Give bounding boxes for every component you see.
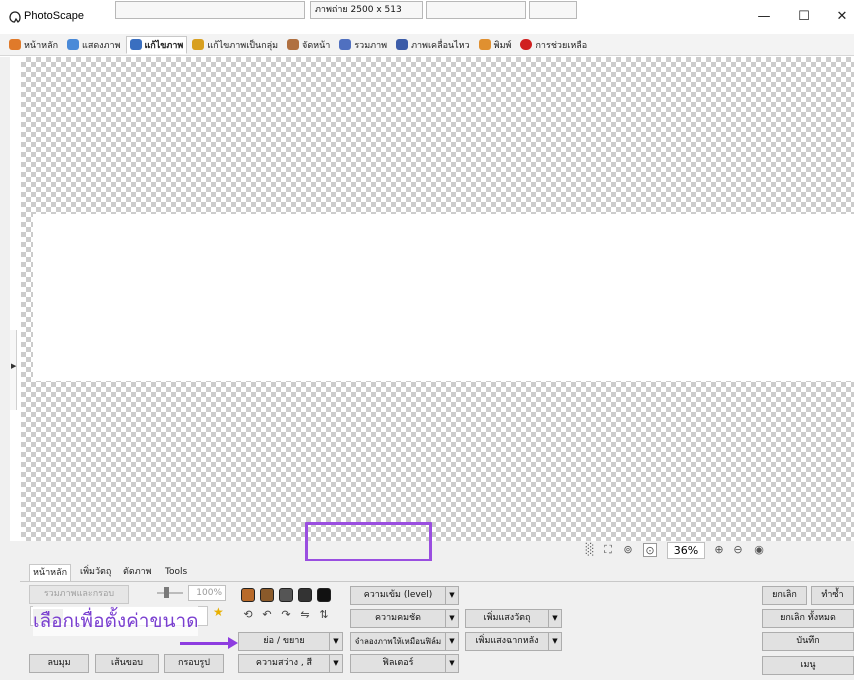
status-cell-middle — [426, 1, 526, 19]
help-icon — [520, 39, 533, 50]
resize-dropdown[interactable]: ▼ — [329, 632, 343, 651]
left-panel — [0, 57, 10, 542]
sharpen-dropdown[interactable]: ▼ — [445, 609, 459, 628]
status-cell-left — [115, 1, 305, 19]
backlight-button[interactable]: เพิ่มแสงฉากหลัง — [465, 632, 549, 651]
tab-label: จัดหน้า — [302, 40, 331, 51]
minimize-button[interactable]: — — [754, 8, 774, 26]
info-icon[interactable]: ◉ — [752, 543, 766, 557]
redo-button[interactable]: ทำซ้ำ — [811, 586, 854, 605]
tab-label: ภาพเคลื่อนไหว — [411, 40, 470, 51]
resize-button[interactable]: ย่อ / ขยาย — [238, 632, 330, 651]
photoscape-logo-icon — [9, 11, 21, 23]
print-icon — [478, 39, 491, 50]
tab-animated-gif[interactable]: ภาพเคลื่อนไหว — [392, 36, 474, 54]
home-icon — [9, 39, 21, 50]
checker-pattern-icon: ░ — [585, 543, 595, 556]
undo-all-button[interactable]: ยกเลิก ทั้งหมด — [762, 609, 854, 628]
tab-label: แสดงภาพ — [82, 40, 121, 51]
actual-size-icon[interactable]: ⊚ — [621, 543, 635, 557]
undo-button[interactable]: ยกเลิก — [762, 586, 807, 605]
level-dropdown[interactable]: ▼ — [445, 586, 459, 605]
panel-tab-tools[interactable]: Tools — [162, 564, 190, 581]
invert-swatch-icon[interactable] — [317, 588, 331, 602]
dark-swatch-icon[interactable] — [298, 588, 312, 602]
tab-help[interactable]: การช่วยเหลือ — [516, 36, 591, 54]
combine-frame-button[interactable]: รวมภาพและกรอบ — [29, 585, 129, 604]
zoom-out-icon[interactable]: ⊖ — [731, 543, 745, 557]
panel-tab-home[interactable]: หน้าหลัก — [29, 564, 72, 581]
add-object-light-button[interactable]: เพิ่มแสงวัตถุ — [465, 609, 549, 628]
image-size-highlight — [305, 522, 432, 562]
backlight-dropdown[interactable]: ▼ — [548, 632, 562, 651]
viewer-icon — [67, 39, 80, 50]
image-preview[interactable] — [33, 214, 854, 381]
animated-gif-icon — [396, 39, 409, 50]
batch-editor-icon — [192, 39, 205, 50]
rotate-icon[interactable]: ⟲ — [241, 608, 255, 622]
flip-horizontal-icon[interactable]: ⇋ — [298, 608, 312, 622]
grayscale-swatch-icon[interactable] — [279, 588, 293, 602]
brightness-dropdown[interactable]: ▼ — [329, 654, 343, 673]
annotation-arrow-head — [228, 637, 238, 649]
add-object-light-dropdown[interactable]: ▼ — [548, 609, 562, 628]
brightness-color-button[interactable]: ความสว่าง , สี — [238, 654, 330, 673]
frame-slider-thumb[interactable] — [164, 587, 169, 598]
autolevel-swatch-icon[interactable] — [241, 588, 255, 602]
tab-label: การช่วยเหลือ — [535, 40, 588, 51]
panel-tab-crop[interactable]: ตัดภาพ — [120, 564, 155, 581]
flip-vertical-icon[interactable]: ⇅ — [317, 608, 331, 622]
annotation-instruction: เลือกเพื่อตั้งค่าขนาด — [33, 606, 199, 636]
panel-tab-divider — [20, 581, 854, 582]
tab-label: แก้ไขภาพเป็นกลุ่ม — [207, 40, 279, 51]
close-button[interactable]: ✕ — [832, 8, 852, 26]
save-button[interactable]: บันทึก — [762, 632, 854, 651]
film-effect-dropdown[interactable]: ▼ — [445, 632, 459, 651]
frame-slider-track[interactable] — [157, 592, 183, 594]
film-effect-button[interactable]: จำลองภาพให้เหมือนฟิล์ม — [350, 632, 446, 651]
expand-arrow-icon[interactable]: ▶ — [11, 362, 16, 370]
maximize-button[interactable]: ☐ — [794, 8, 814, 26]
zoom-fit-icon[interactable]: ⊙ — [643, 543, 657, 557]
filter-button[interactable]: ฟิลเตอร์ — [350, 654, 446, 673]
contrast-swatch-icon[interactable] — [260, 588, 274, 602]
frame-scale-field[interactable]: 100% — [188, 585, 226, 601]
tab-label: หน้าหลัก — [24, 40, 59, 51]
tab-home[interactable]: หน้าหลัก — [5, 36, 62, 54]
filter-dropdown[interactable]: ▼ — [445, 654, 459, 673]
round-corner-button[interactable]: ลบมุม — [29, 654, 89, 673]
tab-label: รวมภาพ — [354, 40, 388, 51]
rotate-right-icon[interactable]: ↷ — [279, 608, 293, 622]
rotate-left-icon[interactable]: ↶ — [260, 608, 274, 622]
fit-window-icon[interactable]: ⛶ — [601, 543, 615, 557]
tab-label: แก้ไขภาพ — [144, 40, 184, 51]
zoom-in-icon[interactable]: ⊕ — [712, 543, 726, 557]
sharpen-button[interactable]: ความคมชัด — [350, 609, 446, 628]
level-button[interactable]: ความเข้ม (level) — [350, 586, 446, 605]
panel-tab-object[interactable]: เพิ่มวัตถุ — [77, 564, 114, 581]
page-icon — [287, 39, 300, 50]
tab-combine[interactable]: รวมภาพ — [335, 36, 391, 54]
tab-page[interactable]: จัดหน้า — [283, 36, 334, 54]
frame-button[interactable]: กรอบรูป — [164, 654, 224, 673]
combine-icon — [339, 39, 352, 50]
border-button[interactable]: เส้นขอบ — [95, 654, 159, 673]
menu-button[interactable]: เมนู — [762, 656, 854, 675]
main-tab-bar: หน้าหลัก แสดงภาพ แก้ไขภาพ แก้ไขภาพเป็นกล… — [0, 34, 854, 56]
tab-label: พิมพ์ — [493, 40, 512, 51]
tab-print[interactable]: พิมพ์ — [475, 36, 516, 54]
image-size-label: ภาพถ่าย 2500 x 513 — [310, 1, 423, 19]
zoom-level[interactable]: 36% — [667, 542, 705, 559]
panel-splitter[interactable] — [10, 330, 17, 410]
tab-batch-editor[interactable]: แก้ไขภาพเป็นกลุ่ม — [188, 36, 282, 54]
annotation-arrow — [180, 642, 234, 645]
window-title: PhotoScape — [24, 10, 84, 22]
tab-viewer[interactable]: แสดงภาพ — [63, 36, 124, 54]
tab-editor[interactable]: แก้ไขภาพ — [125, 35, 188, 54]
star-icon[interactable]: ★ — [213, 605, 224, 619]
status-cell-right — [529, 1, 577, 19]
editor-icon — [129, 39, 142, 50]
